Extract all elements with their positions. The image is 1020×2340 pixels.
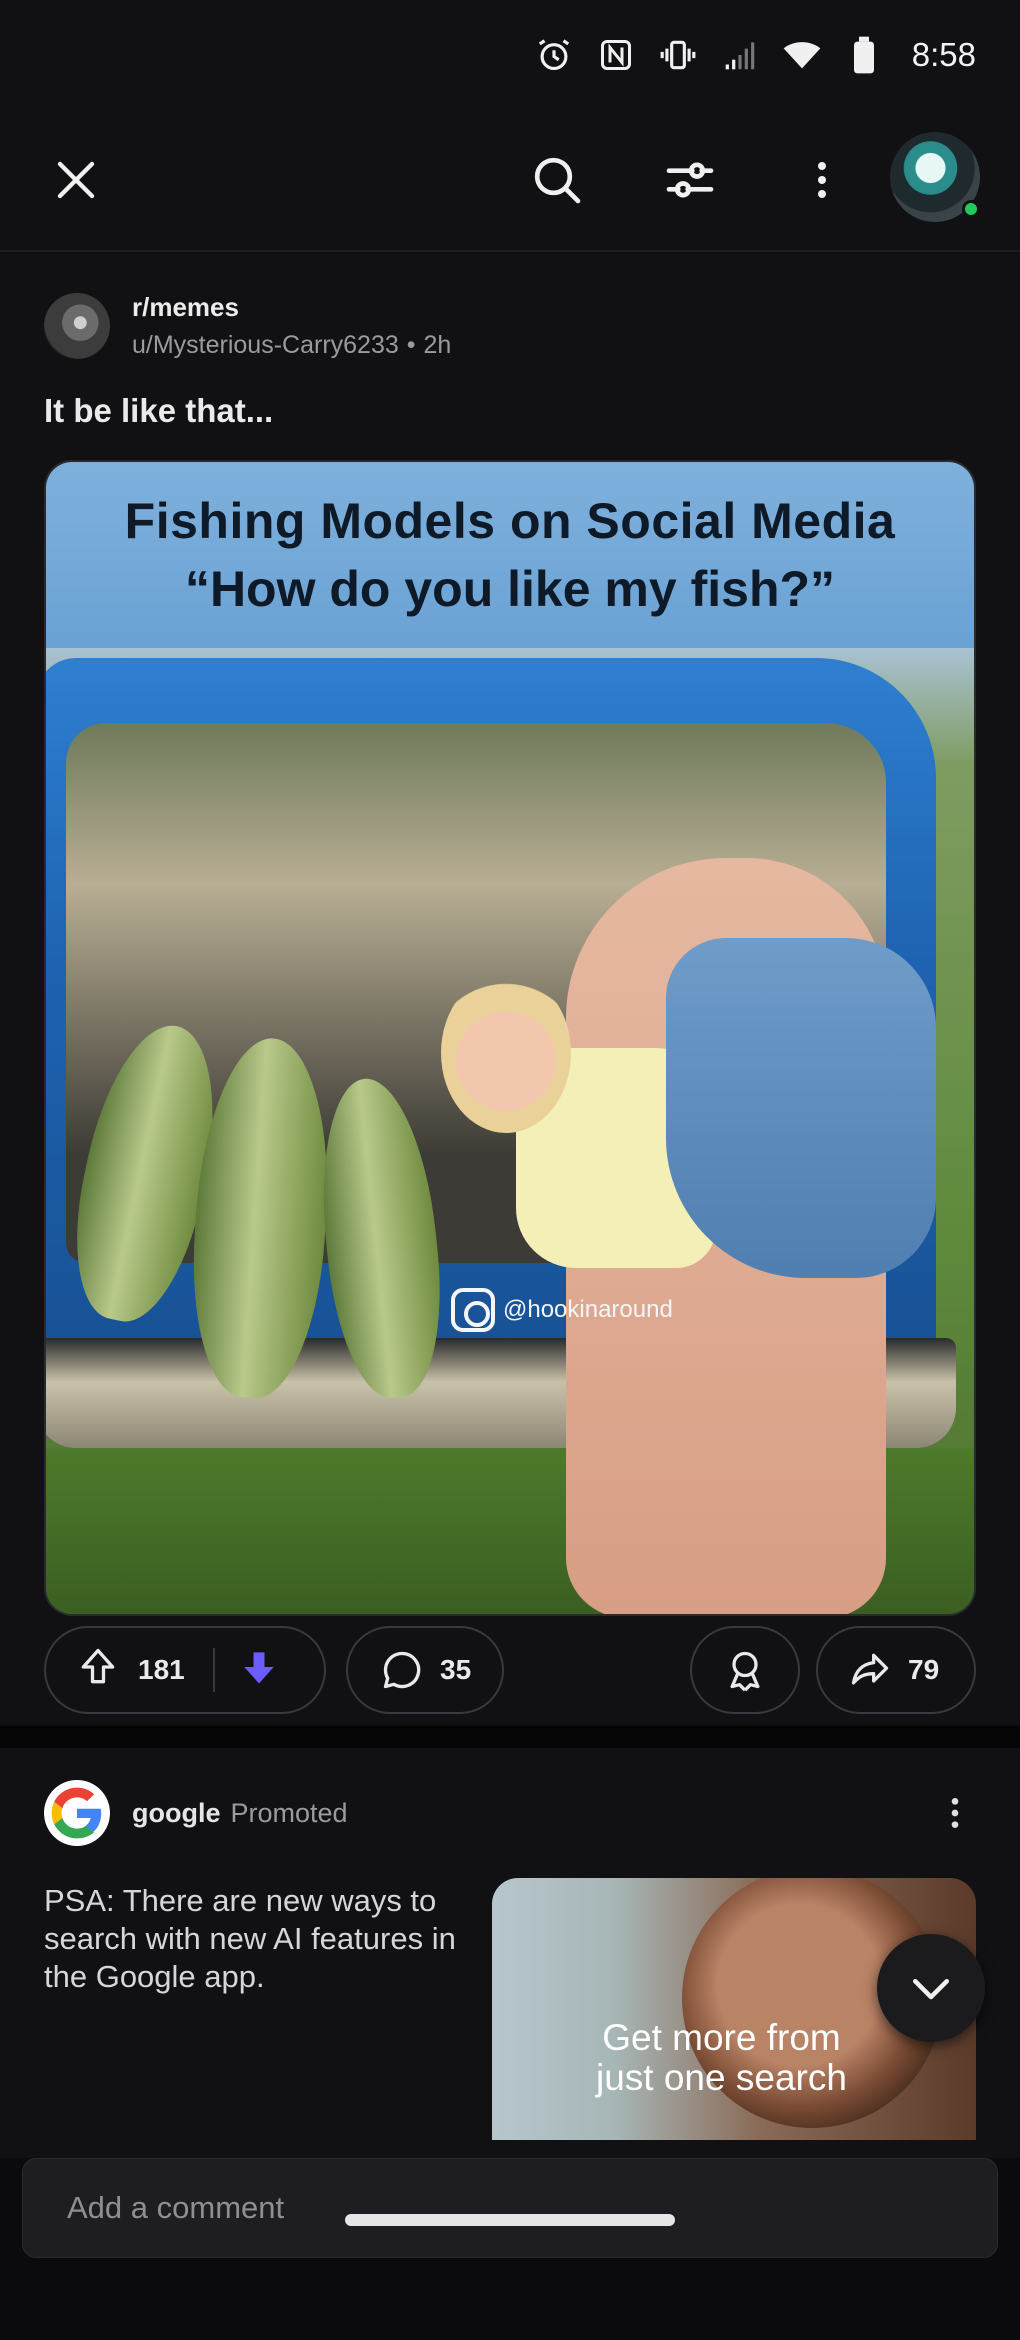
promoted-post[interactable]: google Promoted PSA: There are new ways … <box>0 1748 1020 2158</box>
signal-icon <box>720 35 760 75</box>
promo-image-text-line2: just one search <box>596 2057 847 2098</box>
online-indicator <box>962 200 980 218</box>
subreddit-name[interactable]: r/memes <box>132 292 451 323</box>
app-bar <box>0 110 1020 252</box>
nfc-icon <box>596 35 636 75</box>
share-icon <box>851 1653 889 1685</box>
battery-icon <box>844 35 884 75</box>
close-icon <box>57 161 95 199</box>
meme-caption-line1: Fishing Models on Social Media <box>124 493 896 549</box>
comment-count: 35 <box>440 1654 472 1685</box>
promo-text: PSA: There are new ways to search with n… <box>44 1883 456 1994</box>
filter-icon <box>666 162 714 198</box>
user-avatar[interactable] <box>890 132 980 222</box>
home-indicator[interactable] <box>345 2214 675 2226</box>
more-vertical-icon <box>818 162 826 198</box>
post-header: r/memes u/Mysterious-Carry6233 • 2h <box>44 292 451 360</box>
advertiser-name[interactable]: google <box>132 1798 221 1829</box>
meme-caption: Fishing Models on Social Media “How do y… <box>46 462 974 648</box>
add-comment-input[interactable]: Add a comment <box>22 2158 998 2258</box>
post-card: r/memes u/Mysterious-Carry6233 • 2h It b… <box>0 254 1020 1724</box>
share-count: 79 <box>908 1654 940 1685</box>
subreddit-avatar[interactable] <box>44 293 110 359</box>
search-button[interactable] <box>517 140 597 220</box>
promo-image-text-line1: Get more from <box>602 2017 841 2058</box>
screen: 8:58 r/memes u/Mysterious-Carry6233 • 2h… <box>0 0 1020 2340</box>
feed-divider <box>0 1726 1020 1748</box>
post-meta: r/memes u/Mysterious-Carry6233 • 2h <box>132 292 451 360</box>
search-icon <box>534 157 581 204</box>
promo-header: google Promoted <box>44 1780 348 1846</box>
wifi-icon <box>782 35 822 75</box>
promo-more-button[interactable] <box>930 1788 980 1838</box>
downvote-icon <box>244 1651 274 1683</box>
vote-divider <box>212 1648 215 1692</box>
chevron-down-icon <box>913 1979 949 2000</box>
author-name[interactable]: u/Mysterious-Carry6233 <box>132 331 399 360</box>
vote-pill: 181 <box>44 1626 326 1714</box>
promoted-label: Promoted <box>230 1797 348 1828</box>
close-button[interactable] <box>36 140 116 220</box>
instagram-icon <box>451 1288 495 1332</box>
meme-photo: @hookinaround <box>46 648 974 1614</box>
person-shorts <box>666 938 936 1278</box>
promo-image-text: Get more from just one search <box>596 2018 847 2098</box>
google-logo-icon[interactable] <box>44 1780 110 1846</box>
comment-icon <box>383 1651 421 1689</box>
alarm-icon <box>534 35 574 75</box>
upvote-button[interactable] <box>76 1645 120 1696</box>
downvote-button[interactable] <box>237 1645 281 1696</box>
share-button[interactable]: 79 <box>816 1626 976 1714</box>
person-head <box>441 973 571 1133</box>
watermark: @hookinaround <box>451 1288 673 1332</box>
comment-bar: Add a comment <box>0 2158 1020 2340</box>
more-options-button[interactable] <box>782 140 862 220</box>
more-vertical-icon <box>951 1798 959 1828</box>
upvote-icon <box>81 1648 115 1683</box>
status-time: 8:58 <box>911 36 976 73</box>
scroll-down-button[interactable] <box>877 1934 985 2042</box>
post-actions: 181 35 79 <box>44 1626 976 1714</box>
award-icon <box>730 1651 760 1692</box>
upvote-count: 181 <box>138 1654 185 1685</box>
status-bar: 8:58 <box>0 0 1020 110</box>
meme-caption-line2: “How do you like my fish?” <box>184 561 836 617</box>
award-button[interactable] <box>690 1626 800 1714</box>
watermark-handle: @hookinaround <box>503 1296 673 1323</box>
post-age: 2h <box>423 331 452 359</box>
filter-button[interactable] <box>650 140 730 220</box>
meta-separator: • <box>406 331 416 359</box>
comments-button[interactable]: 35 <box>346 1626 504 1714</box>
author-line: u/Mysterious-Carry6233 • 2h <box>132 331 451 360</box>
vibrate-icon <box>658 35 698 75</box>
post-image[interactable]: Fishing Models on Social Media “How do y… <box>44 460 976 1616</box>
post-title: It be like that... <box>44 392 274 429</box>
